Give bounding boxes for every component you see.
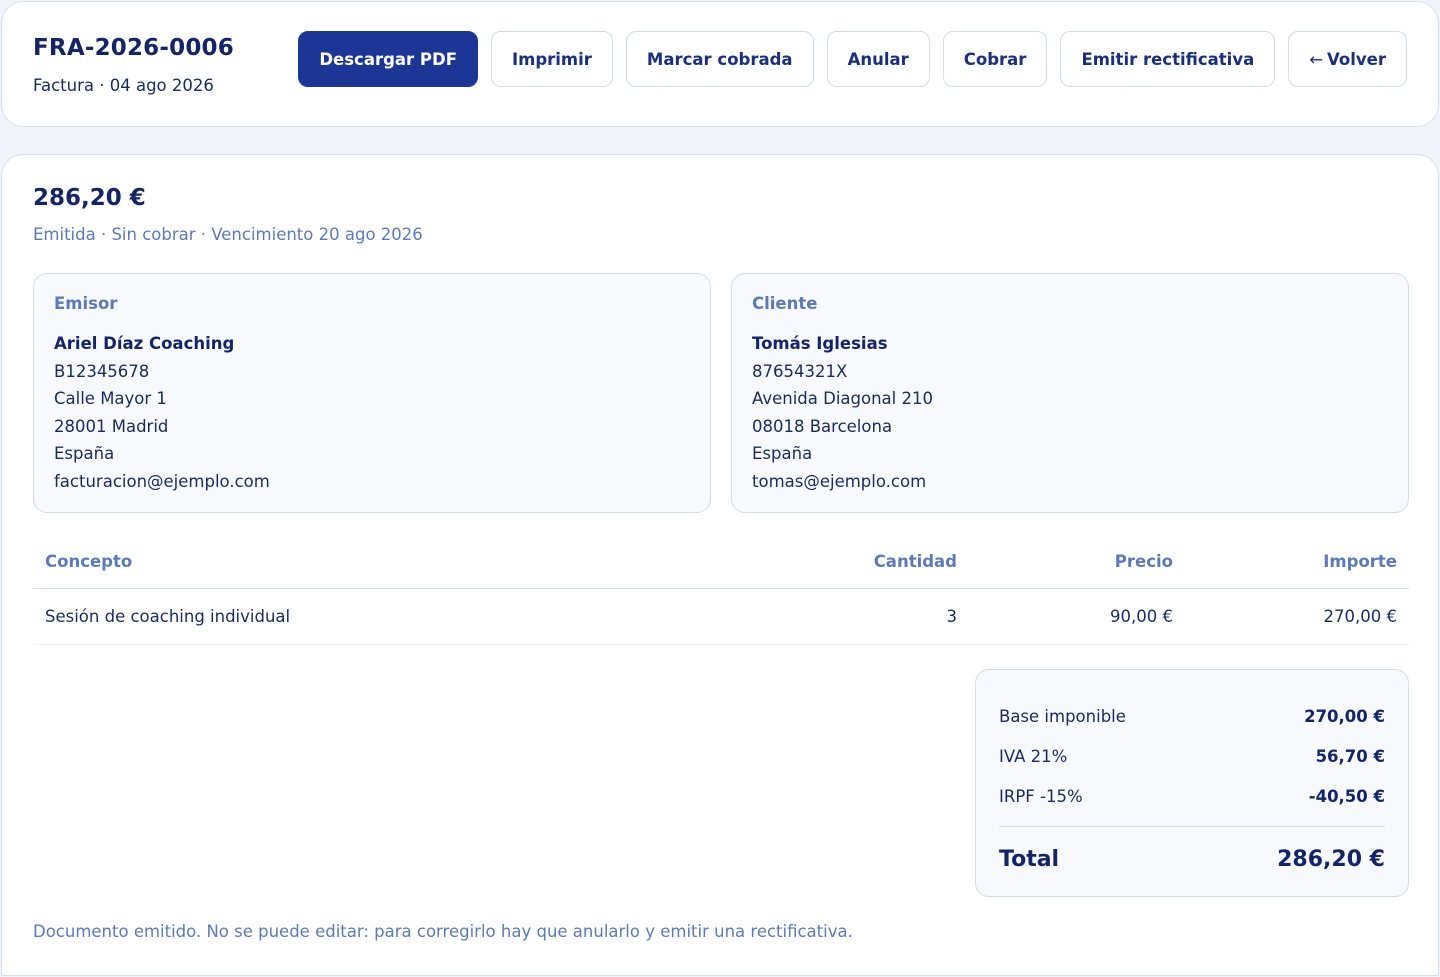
invoice-number: FRA-2026-0006 — [33, 35, 234, 61]
invoice-amount: 286,20 € — [33, 185, 146, 211]
cliente-email: tomas@ejemplo.com — [752, 471, 927, 491]
iva-label: IVA 21% — [999, 746, 1068, 766]
download-pdf-button[interactable]: Descargar PDF — [298, 31, 478, 87]
total-label: Total — [999, 846, 1060, 872]
header-precio: Precio — [1114, 552, 1173, 571]
emisor-name: Ariel Díaz Coaching — [54, 334, 235, 353]
arrow-left-icon: ← — [1309, 49, 1324, 69]
cliente-city: 08018 Barcelona — [752, 416, 893, 436]
irpf-value: -40,50 € — [1308, 786, 1385, 806]
invoice-header-card: FRA-2026-0006 Factura · 04 ago 2026 Desc… — [1, 1, 1439, 127]
cliente-panel: Cliente Tomás Iglesias 87654321X Avenida… — [731, 273, 1409, 513]
base-label: Base imponible — [999, 706, 1126, 726]
totals-base-row: Base imponible 270,00 € — [999, 696, 1385, 736]
cell-precio: 90,00 € — [1110, 607, 1173, 626]
cliente-name: Tomás Iglesias — [752, 334, 888, 353]
totals-iva-row: IVA 21% 56,70 € — [999, 736, 1385, 776]
collect-button[interactable]: Cobrar — [942, 31, 1048, 87]
cell-cantidad: 3 — [946, 607, 958, 626]
irpf-label: IRPF -15% — [999, 786, 1083, 806]
back-button-label: Volver — [1327, 49, 1386, 69]
document-footnote: Documento emitido. No se puede editar: p… — [33, 922, 853, 941]
rectify-button[interactable]: Emitir rectificativa — [1060, 31, 1276, 87]
void-button[interactable]: Anular — [826, 31, 930, 87]
cliente-tax-id: 87654321X — [752, 361, 848, 381]
cliente-label: Cliente — [752, 294, 818, 313]
total-value: 286,20 € — [1277, 846, 1385, 872]
emisor-city: 28001 Madrid — [54, 416, 169, 436]
invoice-subtitle: Factura · 04 ago 2026 — [33, 76, 214, 95]
print-button[interactable]: Imprimir — [491, 31, 613, 87]
totals-total-row: Total 286,20 € — [999, 827, 1385, 891]
cell-importe: 270,00 € — [1323, 607, 1397, 626]
table-row: Sesión de coaching individual 3 90,00 € … — [33, 589, 1409, 645]
cliente-country: España — [752, 444, 813, 463]
cell-concepto: Sesión de coaching individual — [45, 607, 291, 626]
line-items-table: Concepto Cantidad Precio Importe Sesión … — [33, 535, 1409, 645]
emisor-country: España — [54, 444, 115, 463]
emisor-panel: Emisor Ariel Díaz Coaching B12345678 Cal… — [33, 273, 711, 513]
cliente-address: Avenida Diagonal 210 — [752, 389, 933, 408]
action-toolbar: Descargar PDF Imprimir Marcar cobrada An… — [298, 31, 1407, 87]
emisor-email: facturacion@ejemplo.com — [54, 471, 270, 491]
base-value: 270,00 € — [1304, 706, 1385, 726]
invoice-status: Emitida · Sin cobrar · Vencimiento 20 ag… — [33, 225, 423, 244]
header-concepto: Concepto — [45, 552, 133, 571]
table-header: Concepto Cantidad Precio Importe — [33, 535, 1409, 589]
iva-value: 56,70 € — [1315, 746, 1385, 766]
totals-panel: Base imponible 270,00 € IVA 21% 56,70 € … — [975, 669, 1409, 897]
header-importe: Importe — [1323, 552, 1397, 571]
header-cantidad: Cantidad — [873, 552, 957, 571]
emisor-address: Calle Mayor 1 — [54, 389, 167, 408]
back-button[interactable]: ← Volver — [1288, 31, 1407, 87]
emisor-label: Emisor — [54, 294, 118, 313]
totals-irpf-row: IRPF -15% -40,50 € — [999, 776, 1385, 816]
emisor-tax-id: B12345678 — [54, 361, 150, 381]
mark-paid-button[interactable]: Marcar cobrada — [625, 31, 814, 87]
invoice-detail-card: 286,20 € Emitida · Sin cobrar · Vencimie… — [1, 154, 1439, 976]
